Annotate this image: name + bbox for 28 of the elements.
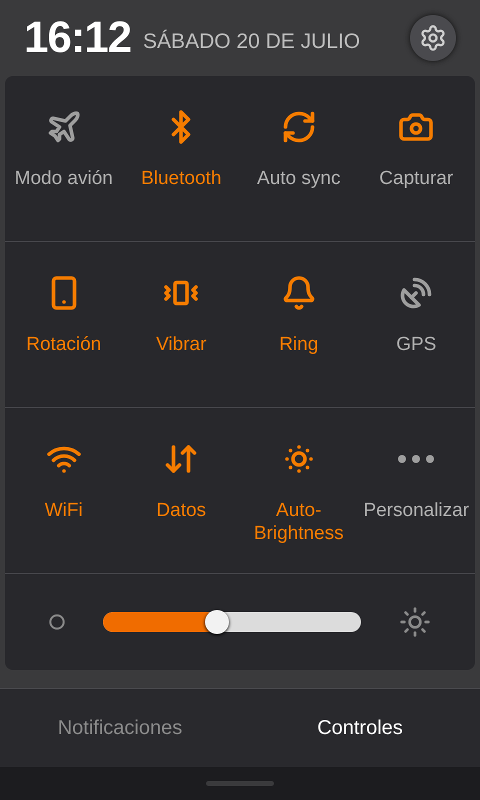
toggle-tile[interactable]: Rotación [5,242,122,407]
sync-icon [280,109,317,145]
bell-icon [280,275,317,311]
toggle-tile[interactable]: Vibrar [122,242,240,407]
toggle-tile[interactable]: Datos [122,408,240,573]
toggle-tile[interactable]: Capturar [358,76,475,241]
brightness-slider[interactable] [103,612,361,632]
airplane-icon [46,109,82,145]
toggle-tile[interactable]: GPS [358,242,475,407]
toggle-tile[interactable]: Ring [240,242,358,407]
toggle-tile[interactable]: WiFi [5,408,122,573]
slider-thumb[interactable] [204,610,229,634]
date-text: SÁBADO 20 DE JULIO [143,28,360,56]
toggle-tile[interactable]: Personalizar [358,408,475,573]
dim-icon [49,614,65,630]
more-icon [398,455,434,463]
toggle-tile[interactable]: Auto sync [240,76,358,241]
toggle-tile[interactable]: Auto- Brightness [240,408,358,573]
panel-tab[interactable]: Notificaciones [0,689,240,767]
toggle-tile[interactable]: Modo avión [5,76,122,241]
panel-tab[interactable]: Controles [240,689,480,767]
settings-icon [419,24,447,52]
drag-handle[interactable] [206,781,274,786]
settings-button[interactable] [410,15,456,61]
satellite-dish-icon [398,275,434,311]
clock-time: 16:12 [24,12,132,64]
bright-icon [399,606,431,638]
toggle-tile[interactable]: Bluetooth [122,76,240,241]
